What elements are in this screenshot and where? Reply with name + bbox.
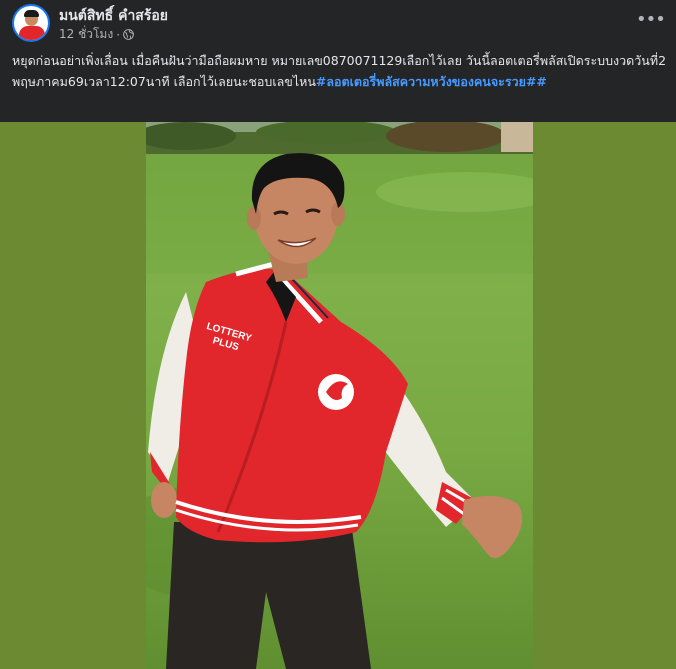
- post-media[interactable]: LOTTERY PLUS: [0, 122, 676, 669]
- post-caption: หยุดก่อนอย่าเพิ่งเลื่อน เมื่อคืนฝันว่ามื…: [12, 50, 668, 92]
- post-timestamp[interactable]: 12 ชั่วโมง: [59, 25, 113, 44]
- post-photo[interactable]: LOTTERY PLUS: [146, 122, 533, 669]
- avatar-image: [14, 6, 48, 40]
- photo-illustration: [146, 122, 533, 669]
- post-header: มนต์สิทธิ์ คำสร้อย 12 ชั่วโมง · •••: [0, 0, 676, 46]
- hashtag-link[interactable]: #ลอตเตอรี่พลัสความหวังของคนจะรวย##: [316, 74, 547, 89]
- author-avatar[interactable]: [12, 4, 50, 42]
- feed-post: มนต์สิทธิ์ คำสร้อย 12 ชั่วโมง · ••• หยุด…: [0, 0, 676, 669]
- more-horizontal-icon[interactable]: •••: [636, 10, 666, 30]
- meta-separator: ·: [116, 27, 121, 42]
- author-name[interactable]: มนต์สิทธิ์ คำสร้อย: [59, 5, 168, 27]
- post-meta: 12 ชั่วโมง ·: [59, 25, 134, 44]
- globe-icon[interactable]: [123, 29, 134, 40]
